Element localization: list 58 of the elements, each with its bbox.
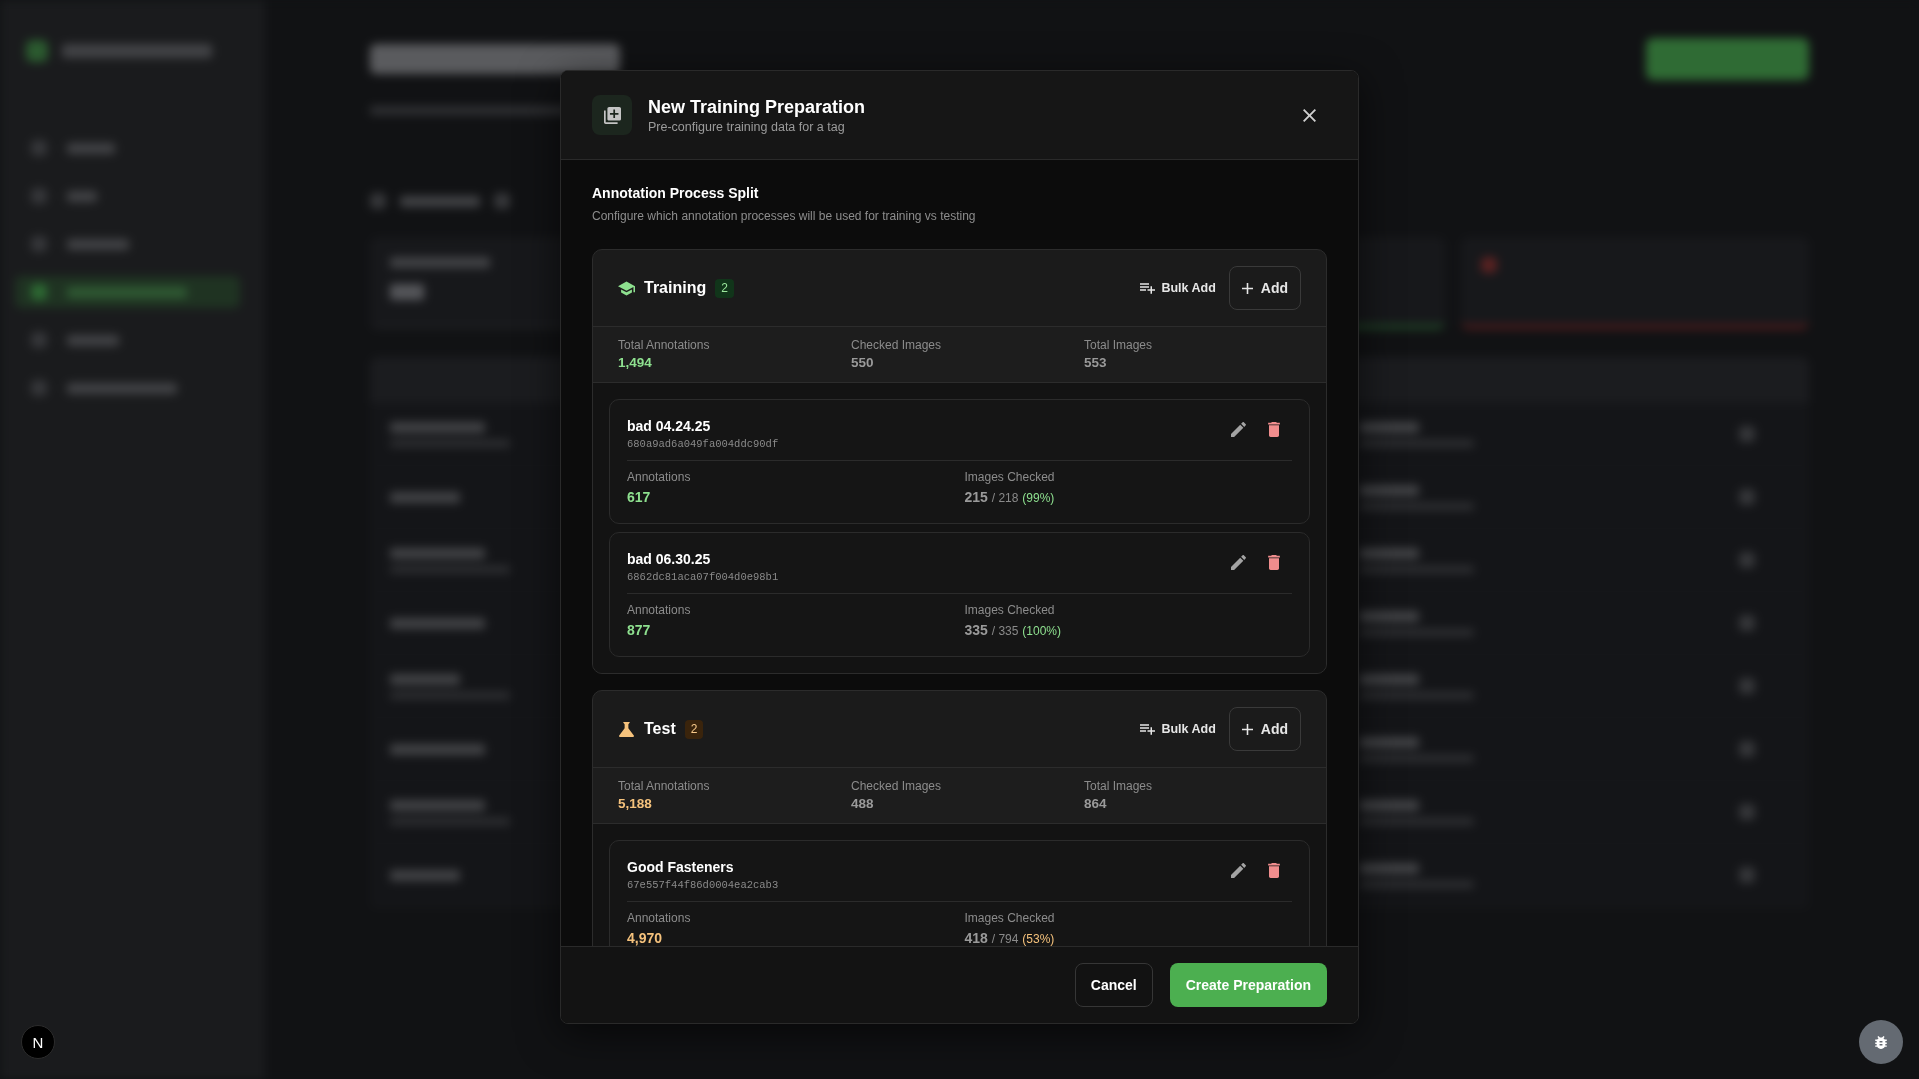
section-title: Test: [644, 720, 676, 738]
close-icon: [1302, 108, 1316, 122]
pencil-icon: [1230, 421, 1246, 437]
list-plus-icon: [1140, 723, 1156, 735]
stat-value: 550: [851, 354, 875, 372]
process-name: bad 06.30.25: [627, 550, 712, 568]
stat-label: Total Images: [1084, 337, 1154, 353]
stacked-plus-icon: [592, 95, 632, 135]
section-heading: Annotation Process Split: [592, 184, 760, 202]
process-id: 6862dc81aca07f004d0e98b1: [627, 570, 779, 584]
metric-value: 617: [627, 488, 652, 507]
flask-icon: [618, 721, 635, 737]
stat-label: Total Annotations: [618, 778, 711, 794]
add-button[interactable]: Add: [1228, 266, 1301, 310]
process-name: bad 04.24.25: [627, 417, 712, 435]
metric-label: Images Checked: [964, 469, 1056, 485]
add-button[interactable]: Add: [1228, 707, 1301, 751]
cancel-button[interactable]: Cancel: [1074, 963, 1153, 1007]
list-plus-icon: [1140, 282, 1156, 294]
trash-icon: [1268, 421, 1280, 437]
graduation-cap-icon: [618, 280, 635, 296]
trash-icon: [1268, 554, 1280, 570]
count-badge: 2: [715, 278, 734, 298]
pencil-icon: [1230, 554, 1246, 570]
metric-value: 4,970: [627, 929, 664, 946]
count-badge: 2: [684, 719, 704, 739]
stat-value: 553: [1084, 354, 1108, 372]
stat-value: 488: [851, 795, 875, 813]
bulk-add-button[interactable]: Bulk Add: [1140, 275, 1216, 301]
trash-icon: [1268, 862, 1280, 878]
stat-value: 5,188: [618, 795, 653, 813]
images-checked-value: 215 / 218 (99%): [964, 488, 1056, 507]
section-title: Training: [644, 279, 707, 297]
images-checked-value: 418 / 794 (53%): [964, 929, 1056, 946]
stat-value: 1,494: [618, 354, 653, 372]
bug-icon: [1875, 1035, 1887, 1049]
stat-value: 864: [1084, 795, 1108, 813]
section-description: Configure which annotation processes will be used for training vs testing: [592, 208, 977, 224]
process-name: Good Fasteners: [627, 858, 735, 876]
stat-label: Checked Images: [851, 778, 943, 794]
plus-icon: [1241, 282, 1253, 294]
metric-label: Images Checked: [964, 910, 1056, 926]
plus-icon: [1241, 723, 1253, 735]
dialog-subtitle: Pre-configure training data for a tag: [648, 118, 846, 135]
metric-value: 877: [627, 621, 652, 640]
metric-label: Annotations: [627, 910, 692, 926]
images-checked-value: 335 / 335 (100%): [964, 621, 1063, 640]
stat-label: Checked Images: [851, 337, 943, 353]
stat-label: Total Annotations: [618, 337, 711, 353]
process-id: 67e557f44f86d0004ea2cab3: [627, 878, 779, 892]
process-id: 680a9ad6a049fa004ddc90df: [627, 437, 779, 451]
bulk-add-button[interactable]: Bulk Add: [1140, 716, 1216, 742]
metric-label: Annotations: [627, 602, 692, 618]
dialog-title: New Training Preparation: [648, 95, 867, 118]
pencil-icon: [1230, 862, 1246, 878]
metric-label: Annotations: [627, 469, 692, 485]
stat-label: Total Images: [1084, 778, 1154, 794]
metric-label: Images Checked: [964, 602, 1056, 618]
